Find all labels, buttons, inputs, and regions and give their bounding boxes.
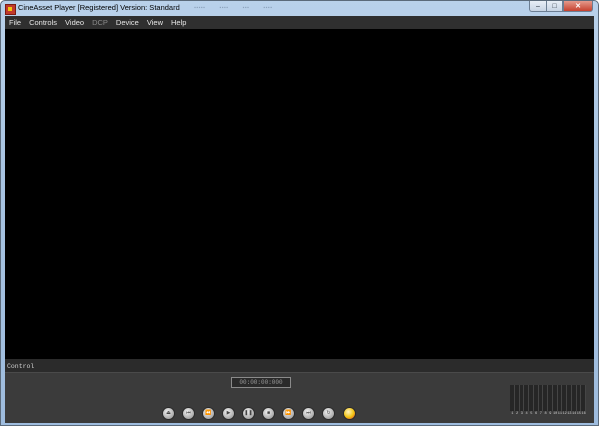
menu-video[interactable]: Video xyxy=(61,16,88,29)
window-controls: – □ ✕ xyxy=(529,1,593,12)
title-bar[interactable]: CineAsset Player [Registered] Version: S… xyxy=(1,1,598,16)
close-icon: ✕ xyxy=(575,3,581,10)
fast-forward-button[interactable]: ⏩ xyxy=(283,408,294,419)
skip-forward-icon: ⏭ xyxy=(306,410,311,416)
play-button[interactable]: ▶ xyxy=(223,408,234,419)
client-area: File Controls Video DCP Device View Help Contr… xyxy=(5,16,594,423)
menu-device[interactable]: Device xyxy=(112,16,143,29)
stop-icon: ■ xyxy=(266,410,271,416)
skip-back-icon: ⏮ xyxy=(186,410,191,416)
eject-button[interactable]: ⏏ xyxy=(163,408,174,419)
menu-bar: File Controls Video DCP Device View Help xyxy=(5,16,594,29)
menu-view[interactable]: View xyxy=(143,16,167,29)
minimize-icon: – xyxy=(536,2,540,10)
meter-channel-label: 16 xyxy=(581,412,586,416)
app-window: CineAsset Player [Registered] Version: S… xyxy=(0,0,599,426)
stop-button[interactable]: ■ xyxy=(263,408,274,419)
minimize-button[interactable]: – xyxy=(529,1,546,12)
window-title: CineAsset Player [Registered] Version: S… xyxy=(18,3,180,12)
menu-dcp[interactable]: DCP xyxy=(88,16,112,29)
meter-channel-bar xyxy=(581,385,586,411)
control-panel-label: Control xyxy=(7,363,35,370)
transport-controls: ⏏ ⏮ ⏪ ▶ ❚❚ ■ ⏩ ⏭ ↻ xyxy=(163,408,364,419)
taskbar-ghost-text: ▪▪▪▪ ▪▪▪▪▪ ▪▪▪▪ ▪▪▪ ▪▪▪▪ xyxy=(171,5,273,11)
menu-file[interactable]: File xyxy=(5,16,25,29)
close-button[interactable]: ✕ xyxy=(563,1,593,12)
previous-button[interactable]: ⏮ xyxy=(183,408,194,419)
next-button[interactable]: ⏭ xyxy=(303,408,314,419)
fast-forward-icon: ⏩ xyxy=(285,410,292,416)
maximize-icon: □ xyxy=(552,2,557,10)
play-icon: ▶ xyxy=(226,410,231,416)
timecode-display: 00:00:00:000 xyxy=(231,377,291,388)
loop-button[interactable]: ↻ xyxy=(323,408,334,419)
control-panel: 00:00:00:000 ⏏ ⏮ ⏪ ▶ ❚❚ ■ ⏩ ⏭ ↻ 1 2 3 4 5 6 7 8 9 10 11 12 1… xyxy=(5,372,594,423)
rewind-icon: ⏪ xyxy=(205,410,212,416)
menu-help[interactable]: Help xyxy=(167,16,190,29)
maximize-button[interactable]: □ xyxy=(546,1,563,12)
menu-controls[interactable]: Controls xyxy=(25,16,61,29)
meter-channel-labels: 1 2 3 4 5 6 7 8 9 10 11 12 13 14 15 16 xyxy=(510,412,586,416)
pause-icon: ❚❚ xyxy=(244,410,253,416)
rewind-button[interactable]: ⏪ xyxy=(203,408,214,419)
loop-icon: ↻ xyxy=(326,410,331,416)
color-button[interactable] xyxy=(344,408,355,419)
pause-button[interactable]: ❚❚ xyxy=(243,408,254,419)
audio-level-meter: 1 2 3 4 5 6 7 8 9 10 11 12 13 14 15 16 xyxy=(510,385,586,419)
app-logo-icon xyxy=(5,4,16,15)
meter-bars xyxy=(510,385,586,411)
eject-icon: ⏏ xyxy=(166,410,171,416)
video-display[interactable] xyxy=(5,29,594,359)
